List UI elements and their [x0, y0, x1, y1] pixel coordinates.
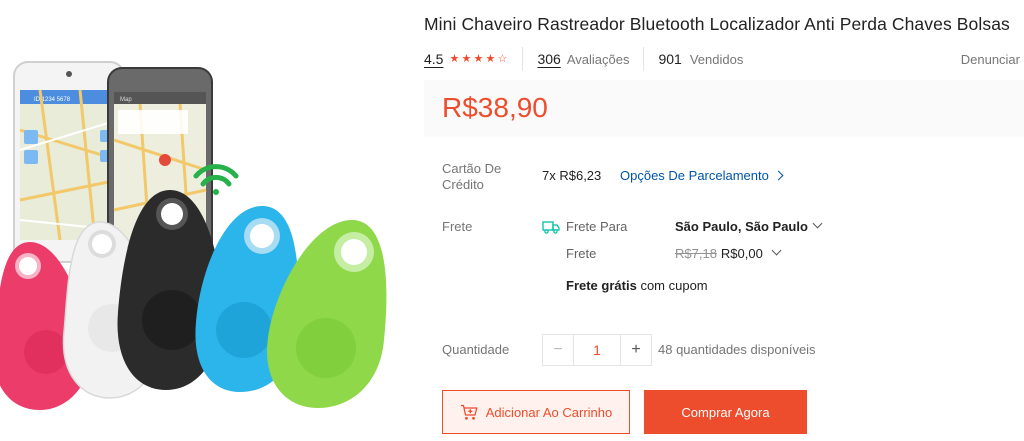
sold-label: Vendidos	[689, 51, 744, 67]
ship-to-label: Frete Para	[566, 219, 628, 234]
ship-fee: R$0,00	[720, 246, 763, 261]
installment-options-label: Opções De Parcelamento	[620, 168, 769, 183]
quantity-stepper: − 1 +	[542, 334, 652, 366]
meta-divider	[643, 47, 645, 71]
truck-icon	[542, 221, 560, 234]
product-title: Mini Chaveiro Rastreador Bluetooth Local…	[424, 14, 1010, 34]
minus-icon: −	[553, 341, 563, 358]
add-to-cart-label: Adicionar Ao Carrinho	[485, 404, 613, 420]
phone-map-label: Map	[120, 97, 132, 103]
add-to-cart-button[interactable]: Adicionar Ao Carrinho	[442, 390, 630, 434]
reviews-count[interactable]: 306	[537, 51, 560, 67]
price-box: R$38,90	[424, 80, 1024, 137]
chevron-down-icon	[812, 218, 823, 229]
cart-plus-icon	[460, 404, 478, 420]
sold-count: 901	[658, 51, 682, 67]
ship-destination: São Paulo, São Paulo	[675, 219, 808, 234]
free-shipping-bold: Frete grátis	[566, 278, 637, 293]
ship-fee-label: Frete	[566, 246, 597, 261]
reviews-label: Avaliações	[566, 51, 630, 67]
plus-icon: +	[631, 341, 641, 358]
increase-quantity-button[interactable]: +	[620, 334, 652, 366]
installments-label: Cartão De Crédito	[442, 161, 502, 192]
star-icon: ☆	[497, 52, 508, 65]
buy-now-label: Comprar Agora	[681, 404, 770, 420]
buy-now-button[interactable]: Comprar Agora	[644, 390, 807, 434]
shipping-label: Frete	[442, 219, 473, 234]
star-icon: ★	[485, 52, 496, 65]
star-icon: ★	[449, 52, 460, 65]
product-meta: 4.5 ★ ★ ★ ★ ☆ 306 Avaliações 901 Vendido…	[424, 46, 1024, 72]
ship-original-fee: R$7,18	[675, 246, 717, 261]
quantity-available: 48 quantidades disponíveis	[658, 342, 816, 357]
star-icon: ★	[461, 52, 472, 65]
free-shipping-rest: com cupom	[640, 278, 708, 293]
installment-options-link[interactable]: Opções De Parcelamento	[620, 168, 784, 183]
phone-id-text: ID 1234 5678	[34, 97, 71, 103]
installments-value: 7x R$6,23	[542, 168, 602, 183]
chevron-down-icon	[771, 245, 782, 256]
report-link[interactable]: Denunciar	[961, 52, 1020, 67]
decrease-quantity-button[interactable]: −	[542, 334, 574, 366]
rating-value[interactable]: 4.5	[424, 51, 443, 67]
quantity-input[interactable]: 1	[574, 334, 620, 366]
ship-destination-select[interactable]: São Paulo, São Paulo	[675, 218, 823, 234]
product-info: Mini Chaveiro Rastreador Bluetooth Local…	[424, 0, 1024, 441]
chevron-right-icon	[773, 170, 784, 181]
rating-stars: ★ ★ ★ ★ ☆	[449, 52, 508, 65]
meta-divider	[522, 47, 524, 71]
product-image[interactable]: ID 1234 5678 Map	[0, 0, 410, 441]
free-shipping-note: Frete grátis com cupom	[566, 278, 708, 293]
product-price: R$38,90	[442, 92, 548, 123]
quantity-label: Quantidade	[442, 342, 510, 357]
star-icon: ★	[473, 52, 484, 65]
ship-fee-select[interactable]: R$7,18 R$0,00	[675, 245, 782, 261]
